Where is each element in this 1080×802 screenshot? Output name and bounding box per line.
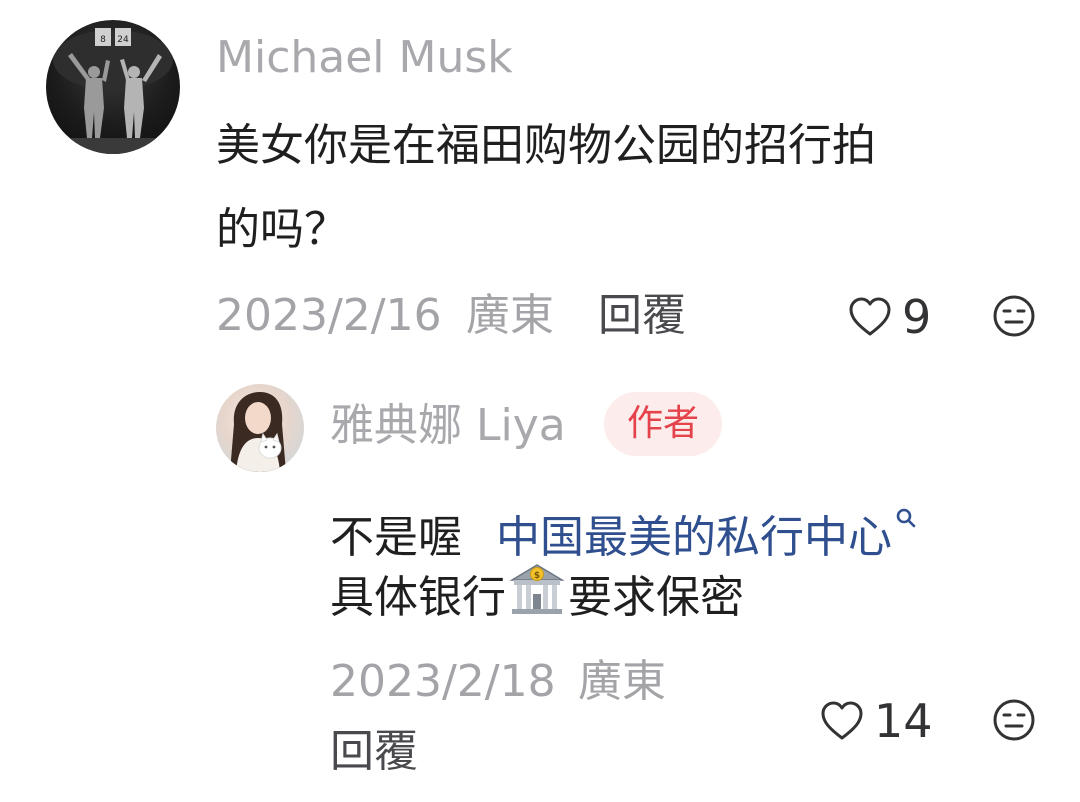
reply-text-line2-before: 具体银行 (330, 572, 506, 623)
avatar[interactable]: 8 24 (46, 20, 180, 154)
comment-username[interactable]: Michael Musk (216, 36, 513, 80)
reply-location: 廣東 (578, 656, 666, 707)
heart-outline-icon (821, 701, 863, 740)
reply-text-line2: 具体银行 $ 要求保密 (330, 556, 744, 640)
basketball-players-avatar-icon: 8 24 (46, 28, 180, 154)
reply-dislike-button[interactable] (992, 698, 1036, 742)
comment-text-line1: 美女你是在福田购物公园的招行拍 (216, 120, 876, 171)
heart-outline-icon (849, 297, 891, 336)
reply-like-button[interactable] (820, 700, 864, 742)
jersey-number: 24 (117, 35, 129, 45)
comment-reply-button[interactable]: 回覆 (598, 294, 686, 338)
comment-location: 廣東 (466, 290, 554, 341)
author-badge: 作者 (604, 392, 722, 456)
reply-like-count: 14 (874, 694, 933, 748)
svg-text:$: $ (534, 571, 540, 581)
reply-text-line2-after: 要求保密 (568, 572, 744, 623)
reply-username[interactable]: 雅典娜 Liya (330, 404, 566, 448)
neutral-face-icon (993, 295, 1035, 337)
reply-date: 2023/2/18 (330, 656, 556, 707)
comment-date: 2023/2/16 (216, 290, 442, 341)
bank-emoji-icon: $ (508, 560, 566, 618)
dislike-button[interactable] (992, 294, 1036, 338)
like-count: 9 (902, 290, 932, 344)
woman-with-cat-avatar-icon (230, 392, 286, 472)
reply-reply-button[interactable]: 回覆 (330, 730, 418, 774)
like-button[interactable] (848, 296, 892, 338)
neutral-face-icon (993, 699, 1035, 741)
comment-text-line2: 的吗？ (216, 204, 348, 255)
jersey-number: 8 (100, 35, 106, 45)
reply-avatar[interactable] (216, 384, 304, 472)
search-icon[interactable] (894, 474, 918, 558)
